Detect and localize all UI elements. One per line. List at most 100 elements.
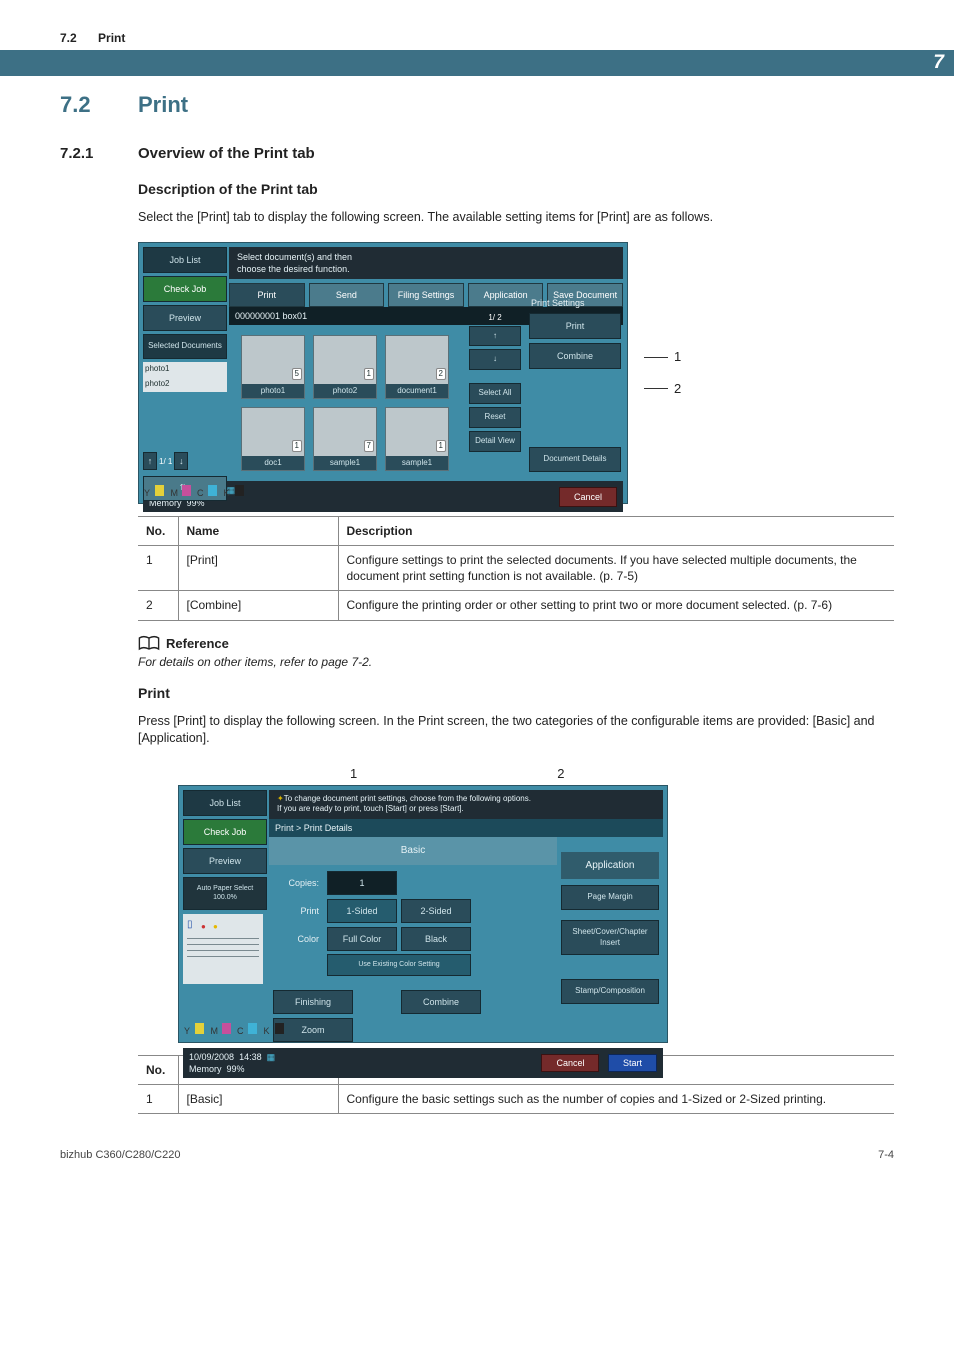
finishing-button[interactable]: Finishing: [273, 990, 353, 1014]
thumb-name: photo1: [242, 384, 304, 399]
model-name: bizhub C360/C280/C220: [60, 1148, 180, 1163]
tab-print[interactable]: Print: [229, 283, 305, 307]
td-name: [Combine]: [178, 591, 338, 620]
tab-send[interactable]: Send: [309, 283, 385, 307]
color-label: Color: [273, 927, 323, 976]
start-button[interactable]: Start: [608, 1054, 657, 1072]
page-margin-button[interactable]: Page Margin: [561, 885, 659, 910]
preview-button[interactable]: Preview: [183, 848, 267, 874]
chapter-bar: 7: [0, 50, 954, 76]
joblist-button[interactable]: Job List: [183, 790, 267, 816]
th-desc: Description: [338, 516, 894, 545]
table-print-tab: No. Name Description 1 [Print] Configure…: [138, 516, 894, 621]
page-number: 7-4: [878, 1148, 894, 1163]
td-name: [Basic]: [178, 1084, 338, 1113]
combine-button-2[interactable]: Combine: [401, 990, 481, 1014]
combine-button[interactable]: Combine: [529, 343, 621, 369]
detail-view-button[interactable]: Detail View: [469, 431, 521, 452]
lcd-panel-1: Job List Check Job Preview Selected Docu…: [138, 242, 628, 504]
toner-indicator-2: Y M C K: [183, 1023, 285, 1037]
page-count-icon: 1: [292, 440, 302, 453]
page-count-icon: 1: [364, 368, 374, 381]
auto-paper-label: Auto Paper Select 100.0%: [183, 877, 267, 910]
breadcrumb-print-details: Print > Print Details: [269, 819, 663, 837]
doc-thumb[interactable]: 5 photo1: [241, 335, 305, 399]
tab-filing[interactable]: Filing Settings: [388, 283, 464, 307]
checkjob-button[interactable]: Check Job: [183, 819, 267, 845]
checkjob-button[interactable]: Check Job: [143, 276, 227, 302]
message-bar-2: ✦To change document print settings, choo…: [269, 790, 663, 820]
copies-value[interactable]: 1: [327, 871, 397, 895]
tab-basic[interactable]: Basic: [269, 837, 557, 865]
two-sided-button[interactable]: 2-Sided: [401, 899, 471, 923]
print-settings-label: Print Settings: [531, 297, 621, 309]
selected-docs-label: Selected Documents: [143, 334, 227, 359]
cancel-button-2[interactable]: Cancel: [541, 1054, 599, 1072]
th-no: No.: [138, 1055, 178, 1084]
page-count-icon: 7: [364, 440, 374, 453]
preview-thumbnail: ▯ ● ●: [183, 914, 263, 984]
side-pager: 1/ 1: [159, 457, 172, 468]
existing-color-button[interactable]: Use Existing Color Setting: [327, 954, 471, 975]
cancel-button[interactable]: Cancel: [559, 487, 617, 507]
selected-doc-2: photo2: [143, 377, 227, 392]
document-details-button[interactable]: Document Details: [529, 447, 621, 472]
chapter-number: 7: [933, 50, 944, 76]
select-all-button[interactable]: Select All: [469, 383, 521, 404]
running-head: 7.2 Print: [60, 30, 894, 46]
thumb-name: sample1: [386, 456, 448, 471]
intro-text-1: Select the [Print] tab to display the fo…: [138, 209, 894, 226]
td-no: 2: [138, 591, 178, 620]
runhead-sec: 7.2: [60, 31, 77, 45]
page-up-icon[interactable]: ↑: [143, 452, 157, 470]
runhead-title: Print: [98, 31, 125, 45]
thumb-name: photo2: [314, 384, 376, 399]
reset-button[interactable]: Reset: [469, 407, 521, 428]
thumb-name: doc1: [242, 456, 304, 471]
selected-doc-1: photo1: [143, 362, 227, 377]
heading-1: 7.2 Print: [60, 90, 894, 120]
callout-top-2: 2: [557, 765, 564, 783]
page-count-icon: 1: [436, 440, 446, 453]
callout-1: 1: [674, 348, 681, 366]
doc-thumb[interactable]: 7 sample1: [313, 407, 377, 471]
joblist-button[interactable]: Job List: [143, 247, 227, 273]
thumb-name: sample1: [314, 456, 376, 471]
one-sided-button[interactable]: 1-Sided: [327, 899, 397, 923]
heading-2: 7.2.1 Overview of the Print tab: [60, 144, 894, 164]
zoom-button[interactable]: Zoom: [273, 1018, 353, 1042]
heading-3-print-tab: Description of the Print tab: [138, 180, 894, 199]
page-down-icon[interactable]: ↓: [174, 452, 188, 470]
h1-title: Print: [138, 90, 188, 120]
status-datetime-2: 10/09/2008 14:38 ▦ Memory 99%: [189, 1051, 275, 1075]
black-button[interactable]: Black: [401, 927, 471, 951]
figure-2: Job List Check Job Preview Auto Paper Se…: [178, 785, 894, 1043]
h1-num: 7.2: [60, 90, 138, 120]
h2-title: Overview of the Print tab: [138, 144, 315, 164]
h2-num: 7.2.1: [60, 144, 138, 164]
message-bar: Select document(s) and then choose the d…: [229, 247, 623, 279]
scroll-down-icon[interactable]: ↓: [469, 349, 521, 370]
print-button[interactable]: Print: [529, 313, 621, 339]
copies-label: Copies:: [273, 871, 323, 895]
scroll-up-icon[interactable]: ↑: [469, 326, 521, 347]
preview-button[interactable]: Preview: [143, 305, 227, 331]
heading-3-print: Print: [138, 684, 894, 703]
toner-indicator: Y M C K: [143, 485, 245, 499]
reference-heading: Reference: [166, 635, 229, 653]
th-no: No.: [138, 516, 178, 545]
full-color-button[interactable]: Full Color: [327, 927, 397, 951]
td-name: [Print]: [178, 546, 338, 591]
doc-thumb[interactable]: 1 photo2: [313, 335, 377, 399]
th-name: Name: [178, 516, 338, 545]
doc-thumb[interactable]: 2document1: [385, 335, 449, 399]
doc-thumb[interactable]: 1 sample1: [385, 407, 449, 471]
stamp-composition-button[interactable]: Stamp/Composition: [561, 979, 659, 1004]
figure-1: Job List Check Job Preview Selected Docu…: [138, 242, 894, 504]
tab-application-2[interactable]: Application: [561, 852, 659, 880]
callout-top-1: 1: [350, 765, 357, 783]
print-sided-label: Print: [273, 899, 323, 923]
sheet-cover-button[interactable]: Sheet/Cover/Chapter Insert: [561, 920, 659, 956]
page-count-icon: 5: [292, 368, 302, 381]
doc-thumb[interactable]: 1 doc1: [241, 407, 305, 471]
